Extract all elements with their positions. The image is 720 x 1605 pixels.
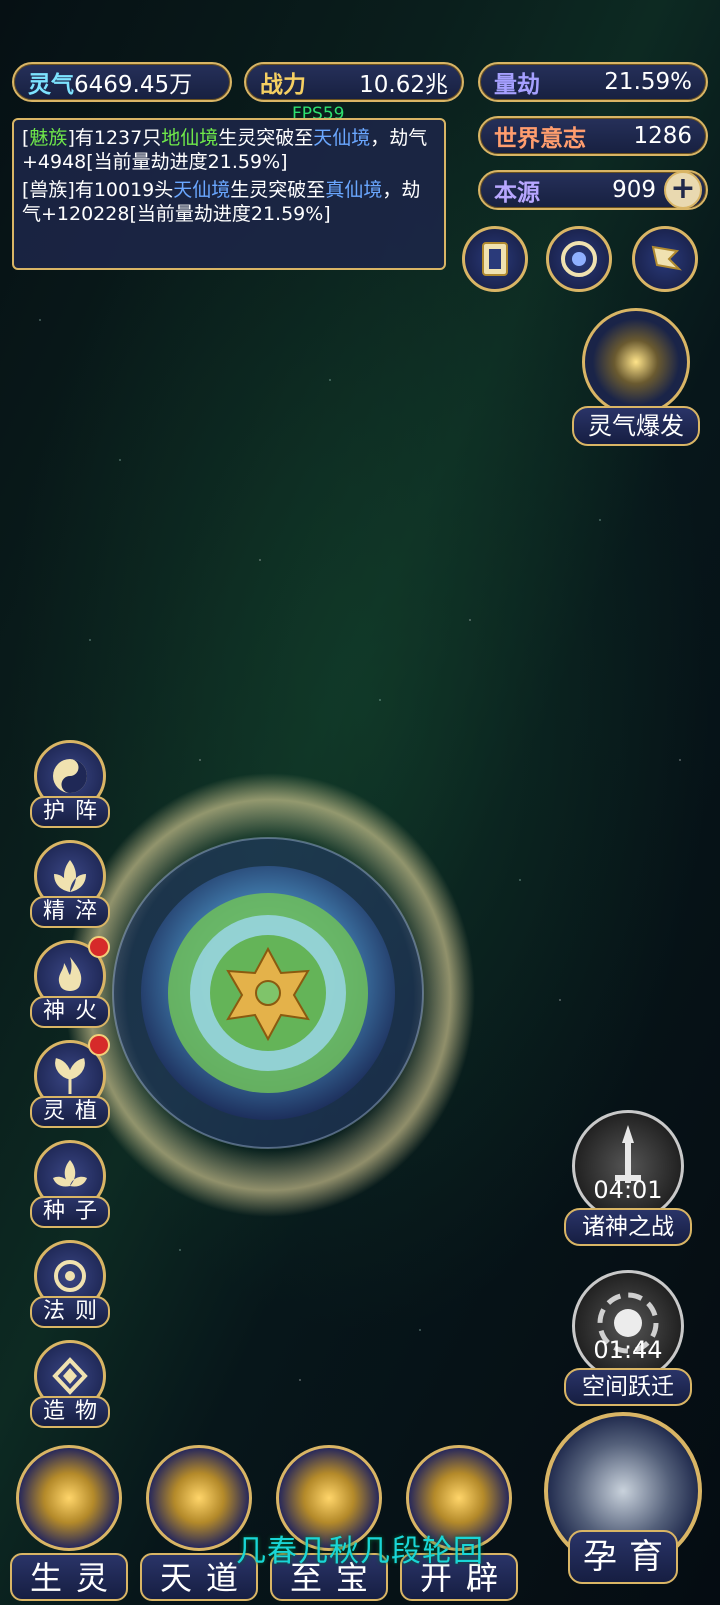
yunyu-label: 孕育: [568, 1530, 678, 1584]
lingqi-value: 6469.45万: [74, 72, 193, 98]
card-icon: [482, 242, 508, 276]
event-log: [魅族]有1237只地仙境生灵突破至天仙境，劫气+4948[当前量劫进度21.5…: [12, 118, 446, 270]
event-timer: 01:44: [593, 1336, 663, 1364]
liangjie-stat[interactable]: 量劫 21.59%: [478, 62, 708, 102]
liangjie-value: 21.59%: [604, 69, 692, 95]
notification-badge: [88, 1034, 110, 1056]
world-will-stat[interactable]: 世界意志 1286: [478, 116, 708, 156]
event-timer: 04:01: [593, 1176, 663, 1204]
card-button[interactable]: [462, 226, 528, 292]
side-button-faze[interactable]: 法则: [30, 1240, 112, 1330]
world-planet[interactable]: [60, 765, 480, 1225]
flag-icon: [651, 245, 682, 271]
side-button-label: 造物: [30, 1396, 110, 1428]
side-button-lingzhi[interactable]: 灵植: [30, 1034, 112, 1130]
spirit-burst-button[interactable]: 灵气爆发: [572, 308, 700, 456]
nav-zhibao[interactable]: 至宝: [270, 1445, 388, 1605]
zhanli-label: 战力: [260, 72, 306, 98]
log-entry: [兽族]有10019头天仙境生灵突破至真仙境，劫气+120228[当前量劫进度2…: [22, 179, 421, 225]
spirit-burst-label: 灵气爆发: [572, 406, 700, 446]
lingqi-stat: 灵气 6469.45万: [12, 62, 232, 102]
side-button-zhongzi[interactable]: 种子: [30, 1140, 112, 1230]
burst-star-icon: [582, 308, 690, 416]
event-label: 空间跃迁: [564, 1368, 692, 1406]
benyuan-value: 909: [612, 177, 656, 203]
event-label: 诸神之战: [564, 1208, 692, 1246]
portal-icon: [561, 241, 597, 277]
flag-button[interactable]: [632, 226, 698, 292]
benyuan-stat: 本源 909 +: [478, 170, 708, 210]
zhanli-stat: 战力 10.62兆: [244, 62, 464, 102]
side-button-label: 精淬: [30, 896, 110, 928]
nav-kaipi[interactable]: 开辟: [400, 1445, 518, 1605]
zhanli-value: 10.62兆: [359, 72, 448, 98]
notification-badge: [88, 936, 110, 958]
side-button-label: 种子: [30, 1196, 110, 1228]
add-benyuan-button[interactable]: +: [664, 171, 702, 209]
vortex-icon: [572, 1270, 684, 1382]
log-entry: [魅族]有1237只地仙境生灵突破至天仙境，劫气+4948[当前量劫进度21.5…: [22, 127, 428, 173]
event-zhushen-button[interactable]: 04:01 诸神之战: [564, 1110, 692, 1250]
lingqi-label: 灵气: [28, 72, 74, 98]
side-button-label: 法则: [30, 1296, 110, 1328]
nav-tiandao[interactable]: 天道: [140, 1445, 258, 1605]
liangjie-label: 量劫: [494, 72, 540, 98]
side-button-label: 灵植: [30, 1096, 110, 1128]
world-will-value: 1286: [633, 123, 692, 149]
side-button-label: 神火: [30, 996, 110, 1028]
event-kongjian-button[interactable]: 01:44 空间跃迁: [564, 1270, 692, 1410]
yunyu-button[interactable]: 孕育: [538, 1412, 708, 1592]
side-button-shenhuo[interactable]: 神火: [30, 936, 112, 1030]
side-button-zaowu[interactable]: 造物: [30, 1340, 112, 1430]
side-button-label: 护阵: [30, 796, 110, 828]
benyuan-label: 本源: [494, 180, 540, 206]
nav-shengling[interactable]: 生灵: [10, 1445, 128, 1605]
sword-icon: [572, 1110, 684, 1222]
side-button-jingcui[interactable]: 精淬: [30, 840, 112, 930]
world-will-label: 世界意志: [494, 126, 586, 152]
side-button-huzhen[interactable]: 护阵: [30, 740, 112, 830]
portal-button[interactable]: [546, 226, 612, 292]
